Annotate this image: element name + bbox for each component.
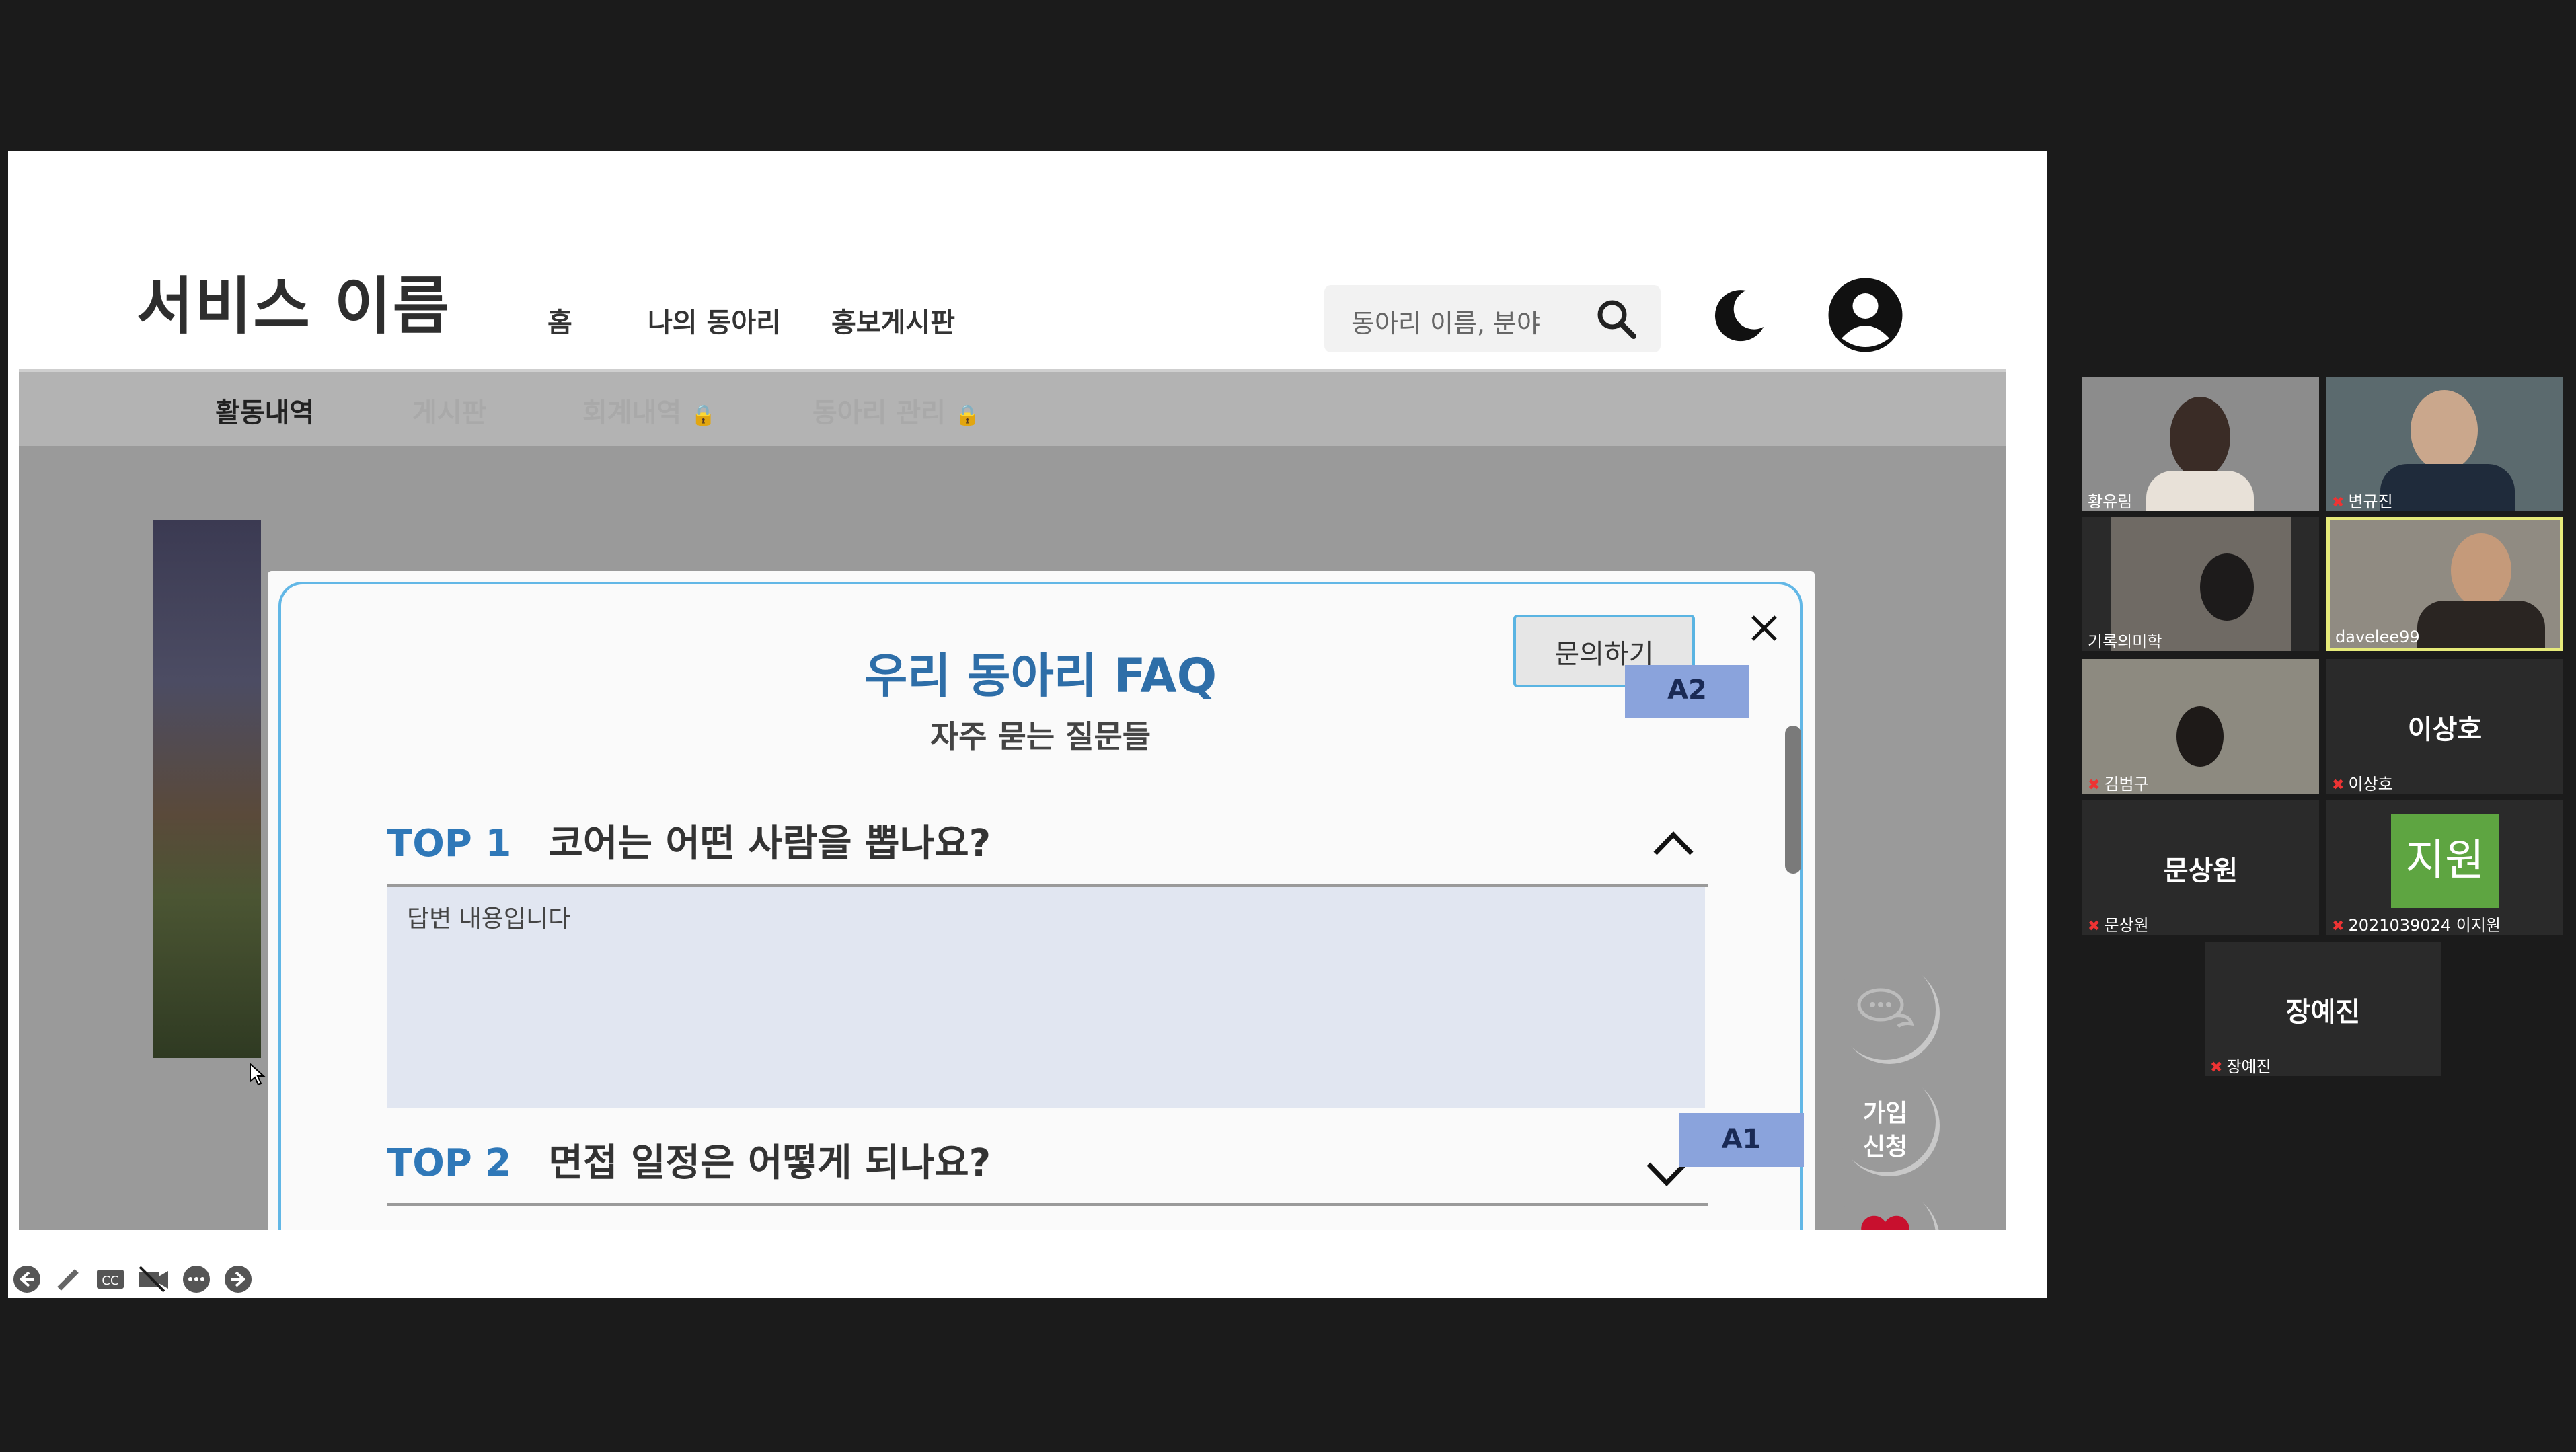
tab-accounting-label: 회계내역 (582, 397, 682, 428)
participant-tile[interactable]: ✖ 김범구 (2082, 659, 2319, 794)
participant-video (2411, 390, 2478, 471)
mic-muted-icon: ✖ (2088, 918, 2100, 935)
participant-tile[interactable]: 문상원 ✖ 문상원 (2082, 800, 2319, 935)
faq-subtitle: 자주 묻는 질문들 (930, 718, 1151, 755)
participant-tile-active-speaker[interactable]: davelee99 (2326, 517, 2563, 651)
participant-name: davelee99 (2335, 627, 2420, 646)
participant-tile[interactable]: 이상호 ✖ 이상호 (2326, 659, 2563, 794)
close-icon[interactable] (1747, 611, 1781, 645)
club-tabs: 활동내역 게시판 회계내역 🔒 동아리 관리 🔒 (19, 372, 2006, 446)
arrow-right-icon[interactable] (223, 1264, 253, 1294)
nav-my-club[interactable]: 나의 동아리 (648, 301, 781, 340)
shared-screen: 서비스 이름 홈 나의 동아리 홍보게시판 동아리 이름, 분야 활동내역 게시… (8, 151, 2047, 1298)
faq-answer: 답변 내용입니다 (387, 887, 1705, 1108)
participant-name: 문상원 (2104, 916, 2149, 935)
participant-name: 2021039024 이지원 (2348, 916, 2501, 935)
search-icon[interactable] (1593, 296, 1640, 343)
participant-name: 기록의미학 (2088, 632, 2162, 651)
participant-video-head (2200, 553, 2254, 621)
participant-name: 이상호 (2348, 775, 2393, 794)
participant-video-body (2380, 464, 2515, 511)
chat-icon (1857, 988, 1914, 1028)
participant-video (2451, 533, 2511, 607)
tab-accounting[interactable]: 회계내역 🔒 (582, 391, 716, 430)
chevron-up-icon[interactable] (1650, 827, 1697, 860)
faq-item-1[interactable]: TOP 1 코어는 어떤 사람을 뽑나요? (387, 813, 991, 868)
participant-video (2176, 706, 2224, 767)
mic-muted-icon: ✖ (2332, 918, 2345, 935)
mic-muted-icon: ✖ (2088, 777, 2100, 794)
web-page: 서비스 이름 홈 나의 동아리 홍보게시판 동아리 이름, 분야 활동내역 게시… (19, 221, 2006, 1230)
annotation-tag-a1-label: A1 (1721, 1124, 1761, 1155)
heart-icon (1861, 1215, 1909, 1230)
mouse-cursor-icon (250, 1063, 266, 1086)
participant-name-row: ✖ 김범구 (2088, 771, 2149, 794)
search-placeholder: 동아리 이름, 분야 (1351, 309, 1540, 338)
participant-name-row: ✖ 변규진 (2332, 488, 2393, 511)
participant-video-body (2417, 601, 2545, 648)
participant-display-name: 이상호 (2407, 714, 2483, 745)
participant-tile[interactable]: 지원 ✖ 2021039024 이지원 (2326, 800, 2563, 935)
faq-rank: TOP 1 (387, 822, 512, 866)
participant-tile[interactable]: 기록의미학 (2082, 517, 2319, 651)
participant-avatar: 지원 (2391, 814, 2499, 908)
video-off-icon[interactable] (137, 1264, 169, 1294)
mic-muted-icon: ✖ (2332, 777, 2345, 794)
join-request-label: 가입 신청 (1862, 1100, 1908, 1161)
arrow-left-icon[interactable] (12, 1264, 42, 1294)
faq-question: 코어는 어떤 사람을 뽑나요? (548, 822, 991, 866)
mic-muted-icon: ✖ (2332, 494, 2345, 511)
participant-name-row: ✖ 이상호 (2332, 771, 2393, 794)
service-name[interactable]: 서비스 이름 (137, 256, 451, 346)
tab-board[interactable]: 게시판 (412, 391, 486, 430)
like-button[interactable] (1835, 1186, 1936, 1230)
closed-caption-icon[interactable]: CC (96, 1264, 125, 1294)
participant-name: 변규진 (2348, 492, 2393, 511)
chat-button[interactable] (1835, 959, 1936, 1060)
mic-muted-icon: ✖ (2210, 1059, 2223, 1076)
participant-name: 장예진 (2226, 1057, 2271, 1076)
participant-display-name: 장예진 (2285, 997, 2361, 1028)
divider (387, 1203, 1708, 1206)
participant-video-body (2146, 471, 2254, 511)
moon-icon[interactable] (1707, 285, 1768, 346)
faq-question: 면접 일정은 어떻게 되나요? (548, 1141, 991, 1185)
faq-modal-frame: 우리 동아리 FAQ 자주 묻는 질문들 문의하기 A2 TOP 1 코어는 어… (278, 582, 1803, 1230)
lock-icon: 🔒 (954, 404, 981, 427)
tab-club-admin-label: 동아리 관리 (812, 397, 946, 428)
participant-tile[interactable]: ✖ 변규진 (2326, 377, 2563, 511)
annotation-tag-a1: A1 (1679, 1113, 1804, 1167)
annotation-tag-a2-label: A2 (1667, 675, 1707, 705)
club-photo (153, 520, 261, 1058)
participant-name-row: ✖ 2021039024 이지원 (2332, 912, 2501, 935)
participant-tile[interactable]: 장예진 ✖ 장예진 (2205, 942, 2441, 1076)
tab-club-admin[interactable]: 동아리 관리 🔒 (812, 391, 980, 430)
faq-answer-text: 답변 내용입니다 (407, 905, 571, 933)
search-input[interactable]: 동아리 이름, 분야 (1324, 285, 1661, 352)
site-header: 서비스 이름 홈 나의 동아리 홍보게시판 동아리 이름, 분야 (19, 221, 2006, 372)
participant-name: 김범구 (2104, 775, 2149, 794)
modal-scrollbar[interactable] (1785, 726, 1801, 874)
annotation-tag-a2: A2 (1625, 665, 1749, 718)
tab-activity[interactable]: 활동내역 (215, 391, 314, 430)
participant-name-row: ✖ 문상원 (2088, 912, 2149, 935)
participant-display-name: 문상원 (2163, 855, 2238, 886)
faq-modal: 우리 동아리 FAQ 자주 묻는 질문들 문의하기 A2 TOP 1 코어는 어… (268, 571, 1815, 1230)
faq-item-2[interactable]: TOP 2 면접 일정은 어떻게 되나요? (387, 1133, 991, 1187)
nav-promo-board[interactable]: 홍보게시판 (831, 301, 955, 340)
participant-video (2170, 397, 2230, 477)
participant-name-row: ✖ 장예진 (2210, 1053, 2271, 1076)
lock-icon: 🔒 (691, 404, 716, 427)
profile-icon[interactable] (1827, 276, 1904, 354)
svg-text:CC: CC (102, 1274, 118, 1288)
nav-home[interactable]: 홈 (547, 301, 572, 340)
pen-icon[interactable] (54, 1264, 83, 1294)
faq-rank: TOP 2 (387, 1141, 512, 1185)
participant-tile[interactable]: 황유림 (2082, 377, 2319, 511)
participant-name: 황유림 (2088, 492, 2133, 511)
presentation-toolbar: CC (12, 1264, 268, 1294)
more-options-icon[interactable] (182, 1264, 211, 1294)
join-request-button[interactable]: 가입 신청 (1835, 1071, 1936, 1172)
